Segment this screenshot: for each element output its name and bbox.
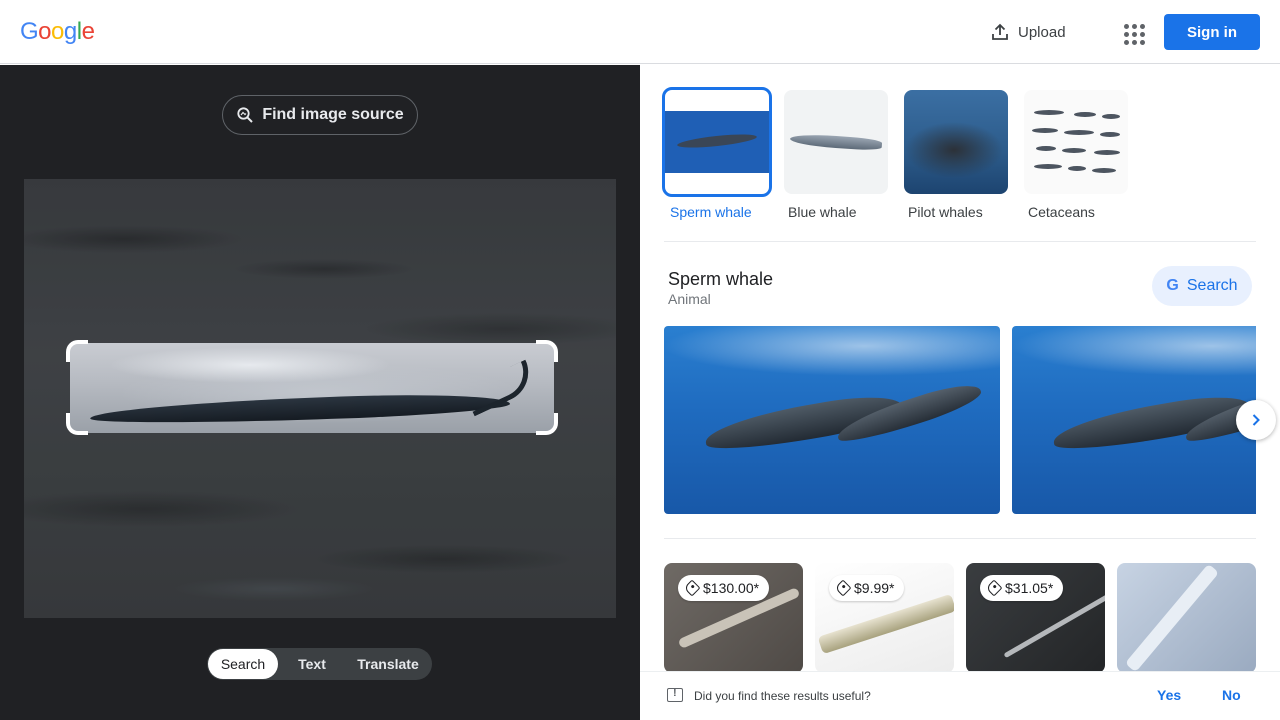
divider [664,538,1256,539]
mode-translate-tab[interactable]: Translate [346,649,430,679]
product-card[interactable]: $130.00* [664,563,803,673]
price-label: $9.99* [854,580,895,596]
price-tag-icon [834,579,852,597]
feedback-yes-button[interactable]: Yes [1157,687,1181,703]
price-label: $130.00* [703,580,760,596]
chip-label: Cetaceans [1028,204,1095,220]
google-logo[interactable]: Google [20,18,95,46]
upload-button[interactable]: Upload [990,18,1066,46]
price-tag-icon [985,579,1003,597]
chip-thumbnail [1024,90,1128,194]
product-card[interactable]: $9.99* [815,563,954,673]
chip-label: Pilot whales [908,204,983,220]
chip-cetaceans[interactable]: Cetaceans [1024,90,1132,220]
chip-thumbnail [784,90,888,194]
find-image-source-button[interactable]: Find image source [222,95,418,135]
top-header: Google Upload Sign in [0,0,1280,64]
whale-shape [89,390,511,428]
mode-switcher: Search Text Translate [207,648,432,680]
mode-text-tab[interactable]: Text [278,649,346,679]
chip-blue-whale[interactable]: Blue whale [784,90,892,220]
price-badge: $9.99* [829,575,905,601]
google-g-icon: G [1166,277,1179,294]
logo-letter: g [63,18,77,45]
whale-tail-shape [461,359,539,417]
price-label: $31.05* [1005,580,1054,596]
logo-letter: o [38,18,52,45]
uploaded-photo [24,179,616,618]
result-image[interactable] [1012,326,1256,514]
chip-label: Sperm whale [670,204,752,220]
crop-handle-top-right[interactable] [536,340,558,362]
entity-search-button[interactable]: G Search [1152,266,1252,306]
upload-icon [992,23,1008,40]
divider [664,241,1256,242]
chevron-right-icon[interactable] [1236,400,1276,440]
chip-thumbnail [662,87,772,197]
product-card[interactable]: $31.05* [966,563,1105,673]
entity-chips: Sperm whale Blue whale Pilot whales Ceta… [662,87,1132,220]
logo-letter: e [81,18,95,45]
chip-pilot-whales[interactable]: Pilot whales [904,90,1012,220]
product-card[interactable] [1117,563,1256,673]
chip-sperm-whale[interactable]: Sperm whale [662,87,772,220]
find-image-source-label: Find image source [262,106,404,123]
chip-label: Blue whale [788,204,857,220]
price-badge: $130.00* [678,575,770,601]
feedback-question: Did you find these results useful? [694,689,871,703]
product-image [1124,563,1220,673]
crop-handle-top-left[interactable] [66,340,88,362]
sign-in-button[interactable]: Sign in [1164,14,1260,50]
product-results: $130.00* $9.99* $31.05* [664,563,1256,673]
price-tag-icon [683,579,701,597]
product-image [817,593,954,655]
selected-region[interactable] [70,343,554,433]
price-badge: $31.05* [980,575,1064,601]
image-search-icon [237,107,254,123]
logo-letter: G [20,18,39,45]
entity-subtitle: Animal [668,291,711,307]
logo-letter: o [51,18,64,45]
upload-label: Upload [1018,23,1066,41]
mode-search-tab[interactable]: Search [208,649,278,679]
results-pane: Sperm whale Blue whale Pilot whales Ceta… [640,65,1280,720]
apps-grid-icon[interactable] [1118,18,1146,46]
crop-handle-bottom-left[interactable] [66,413,88,435]
feedback-no-button[interactable]: No [1222,687,1241,703]
entity-title: Sperm whale [668,269,774,289]
feedback-bar: Did you find these results useful? Yes N… [640,671,1280,720]
feedback-icon [667,687,683,702]
image-preview-pane: Find image source Search Text Translate [0,65,640,720]
entity-search-label: Search [1186,277,1238,294]
result-image[interactable] [664,326,1000,514]
chip-thumbnail [904,90,1008,194]
